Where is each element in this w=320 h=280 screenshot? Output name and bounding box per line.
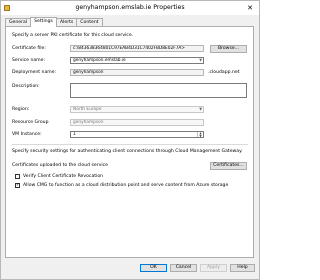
resource-group-field[interactable]: genyhampson [70,119,204,126]
close-button[interactable]: ✕ [245,3,255,13]
service-name-select[interactable]: genyhampson.emslab.ie ▼ [70,57,204,64]
title-bar: genyhampson.emslab.ie Properties ✕ [1,1,259,15]
allow-cmg-label: Allow CMG to function as a cloud distrib… [23,183,229,188]
allow-cmg-checkbox[interactable]: ✓ [15,183,20,188]
description-label: Description: [12,84,40,89]
tab-settings[interactable]: Settings [30,17,57,27]
certificate-file-field[interactable]: c:\843638364801C97EAB4D31C7402FBD8E02F7A… [70,45,204,52]
description-field[interactable] [70,83,247,98]
section-divider [12,144,248,145]
vm-instance-label: VM Instance: [12,132,42,137]
properties-dialog: genyhampson.emslab.ie Properties ✕ Gener… [0,0,260,280]
service-name-label: Service name: [12,58,46,63]
cancel-button[interactable]: Cancel [170,264,197,272]
certificates-button[interactable]: Certificates... [210,162,247,170]
vm-instance-stepper[interactable]: 1 ▲ ▼ [70,131,204,138]
region-select[interactable]: North Europe ▼ [70,106,204,113]
chevron-down-icon: ▼ [199,58,202,62]
browse-button[interactable]: Browse... [210,44,247,53]
client-security-intro-text: Specify security settings for authentica… [12,149,243,154]
spinner-arrows-icon[interactable]: ▲ ▼ [197,132,203,137]
deployment-suffix: .cloudapp.net [208,70,240,75]
verify-crl-label: Verify Client Certificate Revocation [23,174,104,179]
deployment-name-field[interactable]: genyhampson [70,69,204,76]
service-name-value: genyhampson.emslab.ie [73,58,126,63]
verify-crl-checkbox[interactable] [15,174,20,179]
deployment-name-label: Deployment name: [12,70,57,75]
region-value: North Europe [73,107,102,112]
apply-button[interactable]: Apply [200,264,227,272]
certificates-uploaded-label: Certificates uploaded to the cloud servi… [12,163,108,168]
resource-group-label: Resource Group [12,120,49,125]
certificate-intro-text: Specify a server PKI certificate for thi… [12,33,134,38]
chevron-down-icon: ▼ [199,107,202,111]
ok-button[interactable]: OK [140,264,167,272]
settings-panel: Specify a server PKI certificate for thi… [5,26,254,258]
help-button[interactable]: Help [230,264,255,272]
window-title: genyhampson.emslab.ie Properties [75,4,185,11]
certificate-file-label: Certificate file: [12,46,46,51]
vm-instance-value: 1 [73,132,76,137]
tab-strip: General Settings Alerts Content [5,17,103,27]
region-label: Region: [12,107,30,112]
